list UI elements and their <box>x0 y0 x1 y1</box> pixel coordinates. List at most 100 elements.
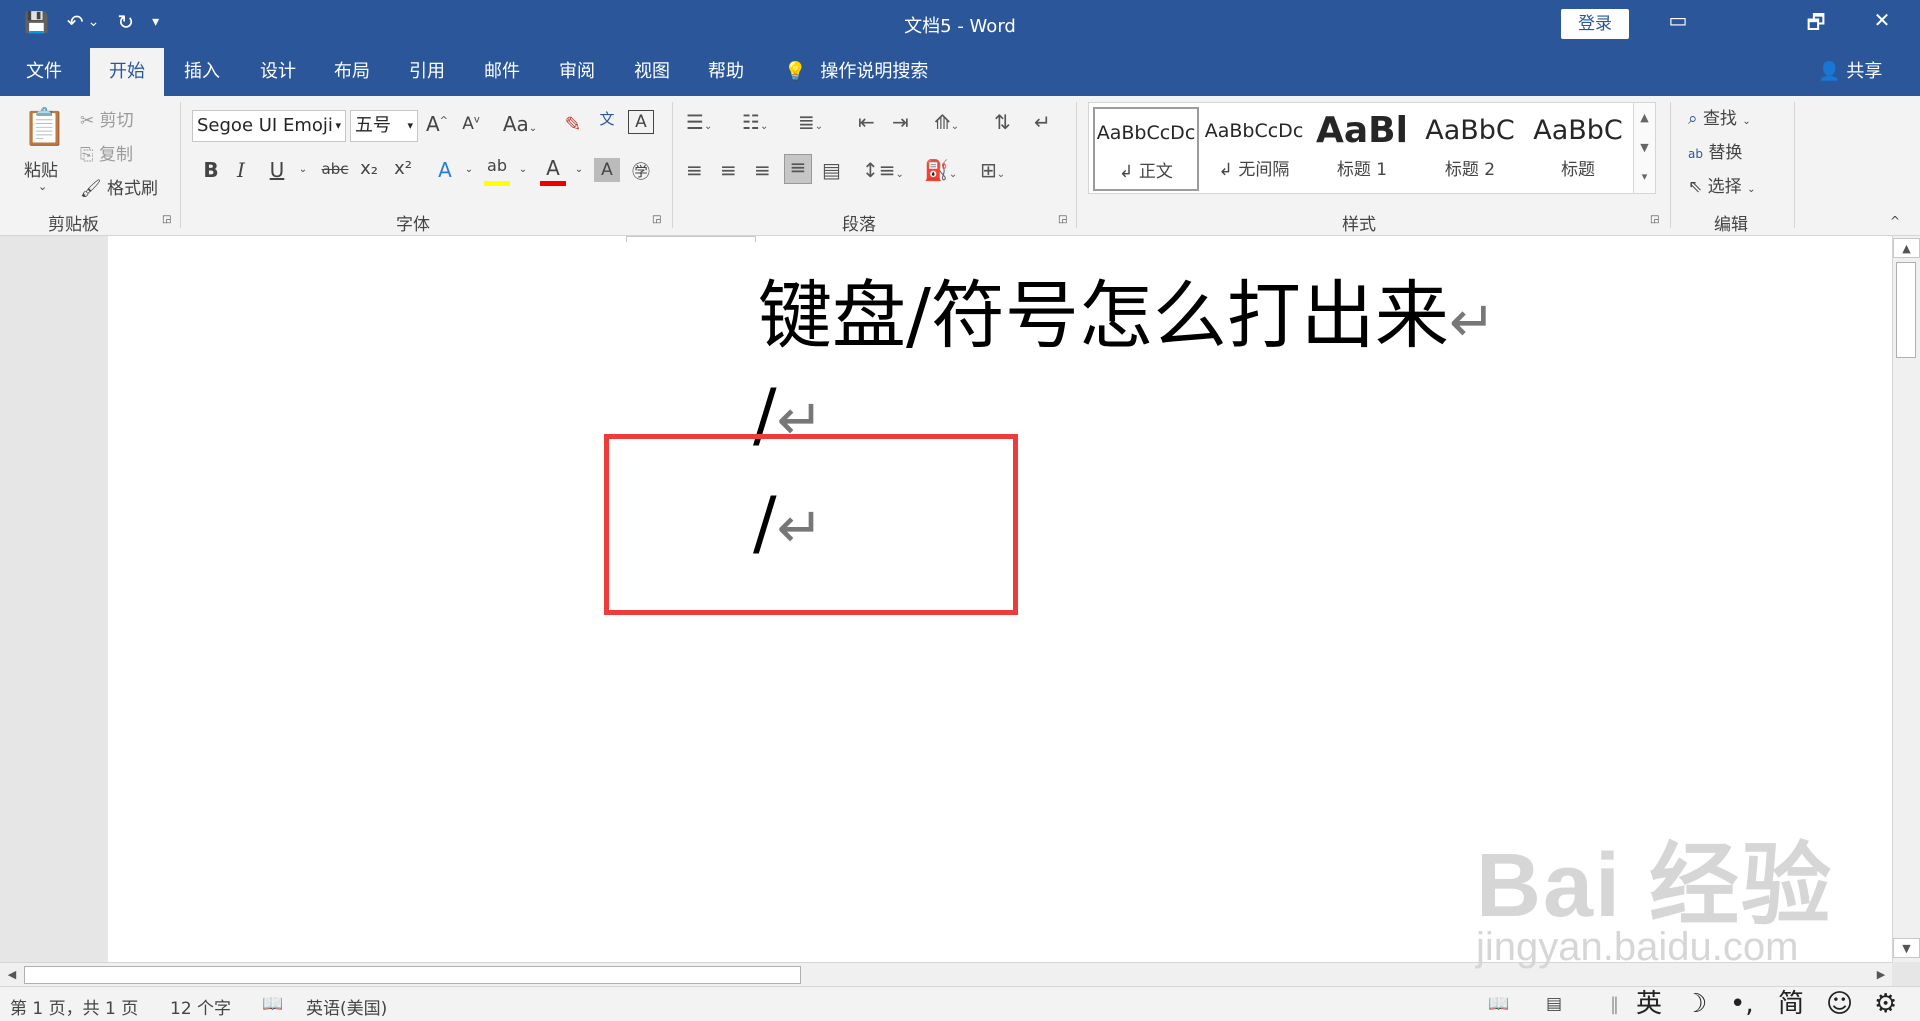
sort-icon[interactable]: ⇅ <box>994 110 1011 134</box>
style-normal[interactable]: AaBbCcDc ↲ 正文 <box>1093 107 1199 191</box>
tab-insert[interactable]: 插入 <box>170 48 234 96</box>
print-layout-icon[interactable]: ▤ <box>1546 994 1562 1014</box>
chevron-down-icon[interactable]: ⌄ <box>510 164 536 175</box>
numbering-icon[interactable]: ☷⌄ <box>742 110 768 134</box>
styles-launcher-icon[interactable]: ◲ <box>1650 214 1659 225</box>
ime-emoji-icon[interactable]: ☺ <box>1826 987 1853 1021</box>
justify-icon[interactable]: ≡ <box>784 154 812 184</box>
page-count[interactable]: 第 1 页，共 1 页 <box>10 994 138 1019</box>
subscript-button[interactable]: x₂ <box>356 158 382 179</box>
chevron-down-icon[interactable]: ⌄ <box>566 164 592 175</box>
borders-icon[interactable]: ⊞⌄ <box>980 158 1005 182</box>
language-indicator[interactable]: 英语(美国) <box>306 994 387 1019</box>
font-name-select[interactable]: Segoe UI Emoji ▾ <box>192 110 346 142</box>
paste-icon[interactable]: 📋 <box>22 106 70 154</box>
increase-indent-icon[interactable]: ⇥ <box>892 110 909 134</box>
copy-button[interactable]: ⎘ 复制 <box>80 140 133 165</box>
tab-view[interactable]: 视图 <box>620 48 684 96</box>
scroll-right-arrow-icon[interactable]: ▶ <box>1872 965 1890 985</box>
style-heading-2[interactable]: AaBbC 标题 2 <box>1417 107 1523 191</box>
login-button[interactable]: 登录 <box>1561 9 1629 39</box>
character-border-icon[interactable]: A <box>628 110 654 134</box>
scroll-left-arrow-icon[interactable]: ◀ <box>3 965 21 985</box>
collapse-ribbon-icon[interactable]: ^ <box>1890 214 1900 228</box>
italic-button[interactable]: I <box>228 158 254 182</box>
strikethrough-button[interactable]: abc <box>318 160 352 178</box>
line-spacing-icon[interactable]: ↕≡⌄ <box>862 158 904 182</box>
document-heading[interactable]: 键盘/符号怎么打出来↵ <box>758 256 1496 363</box>
text-effects-icon[interactable]: A <box>432 158 458 182</box>
format-painter-button[interactable]: 🖌 格式刷 <box>80 174 158 199</box>
change-case-icon[interactable]: Aa⌄ <box>500 112 540 136</box>
vertical-scrollbar[interactable]: ▲ ▼ <box>1892 236 1920 962</box>
font-color-icon[interactable]: A <box>540 156 566 186</box>
replace-icon: ab <box>1688 147 1703 161</box>
ime-handle-icon[interactable]: ‖ <box>1610 987 1619 1021</box>
tab-file[interactable]: 文件 <box>14 48 74 96</box>
style-no-spacing[interactable]: AaBbCcDc ↲ 无间隔 <box>1201 107 1307 191</box>
styles-gallery-scroll[interactable]: ▲ ▼ ▾ <box>1633 103 1655 193</box>
word-count[interactable]: 12 个字 <box>170 994 231 1019</box>
font-launcher-icon[interactable]: ◲ <box>652 214 661 225</box>
underline-button[interactable]: U <box>264 158 290 182</box>
paste-dropdown-icon[interactable]: ⌄ <box>38 180 47 193</box>
enclose-characters-icon[interactable]: ㊫ <box>628 158 654 184</box>
style-title[interactable]: AaBbC 标题 <box>1525 107 1631 191</box>
scroll-up-arrow-icon[interactable]: ▲ <box>1893 238 1920 258</box>
tab-home[interactable]: 开始 <box>90 48 164 96</box>
chevron-down-icon[interactable]: ⌄ <box>456 164 482 175</box>
tell-me-search[interactable]: 💡 操作说明搜索 <box>784 48 928 96</box>
chinese-layout-icon[interactable]: ⟰⌄ <box>934 110 959 134</box>
highlight-color-icon[interactable]: ab <box>484 156 510 186</box>
bullets-icon[interactable]: ☰⌄ <box>686 110 712 134</box>
replace-button[interactable]: ab 替换 <box>1688 138 1742 163</box>
restore-icon[interactable]: 🗗 <box>1796 8 1836 42</box>
select-button[interactable]: ⇖ 选择 ⌄ <box>1688 172 1755 197</box>
character-shading-icon[interactable]: A <box>594 158 620 182</box>
ime-moon-icon[interactable]: ☽ <box>1684 987 1707 1021</box>
scroll-down-arrow-icon[interactable]: ▼ <box>1893 938 1920 958</box>
vertical-scroll-thumb[interactable] <box>1896 262 1916 358</box>
scroll-up-icon[interactable]: ▲ <box>1634 103 1655 133</box>
decrease-indent-icon[interactable]: ⇤ <box>858 110 875 134</box>
ribbon-display-options-icon[interactable]: ▭ <box>1658 8 1698 32</box>
find-button[interactable]: ⌕ 查找 ⌄ <box>1688 104 1751 129</box>
distributed-icon[interactable]: ▤ <box>822 158 841 182</box>
font-size-select[interactable]: 五号 ▾ <box>350 110 418 142</box>
align-right-icon[interactable]: ≡ <box>754 158 771 182</box>
scroll-down-icon[interactable]: ▼ <box>1634 133 1655 163</box>
grow-font-icon[interactable]: A^ <box>424 112 450 136</box>
share-button[interactable]: 👤 共享 <box>1818 48 1882 96</box>
shading-icon[interactable]: ⛽⌄ <box>924 158 957 182</box>
superscript-button[interactable]: x² <box>390 158 416 179</box>
clear-formatting-icon[interactable]: ✎ <box>560 112 586 136</box>
shrink-font-icon[interactable]: Av <box>458 114 484 134</box>
phonetic-guide-icon[interactable]: 文 <box>594 108 620 129</box>
tab-references[interactable]: 引用 <box>395 48 459 96</box>
underline-dropdown-icon[interactable]: ⌄ <box>290 164 316 175</box>
ime-settings-icon[interactable]: ⚙ <box>1874 987 1897 1021</box>
tab-review[interactable]: 审阅 <box>545 48 609 96</box>
cut-button[interactable]: ✂ 剪切 <box>80 106 134 131</box>
paste-button[interactable]: 粘贴 <box>24 156 58 181</box>
proofing-icon[interactable]: 📖 <box>262 994 283 1014</box>
tab-help[interactable]: 帮助 <box>694 48 758 96</box>
style-heading-1[interactable]: AaBl 标题 1 <box>1309 107 1415 191</box>
bold-button[interactable]: B <box>198 158 224 182</box>
ime-language-mode[interactable]: 英 <box>1636 987 1662 1021</box>
show-formatting-marks-icon[interactable]: ↵ <box>1034 110 1051 134</box>
ime-punctuation-icon[interactable]: •, <box>1730 987 1754 1021</box>
align-left-icon[interactable]: ≡ <box>686 158 703 182</box>
tab-layout[interactable]: 布局 <box>320 48 384 96</box>
tab-mailings[interactable]: 邮件 <box>470 48 534 96</box>
clipboard-launcher-icon[interactable]: ◲ <box>162 214 171 225</box>
align-center-icon[interactable]: ≡ <box>720 158 737 182</box>
close-icon[interactable]: ✕ <box>1862 8 1902 32</box>
read-mode-icon[interactable]: 📖 <box>1488 994 1509 1014</box>
tab-design[interactable]: 设计 <box>246 48 310 96</box>
paragraph-launcher-icon[interactable]: ◲ <box>1058 214 1067 225</box>
ime-simplified-toggle[interactable]: 简 <box>1778 987 1804 1021</box>
multilevel-list-icon[interactable]: ≣⌄ <box>798 110 823 134</box>
more-styles-icon[interactable]: ▾ <box>1634 163 1655 191</box>
horizontal-scroll-thumb[interactable] <box>24 966 801 984</box>
